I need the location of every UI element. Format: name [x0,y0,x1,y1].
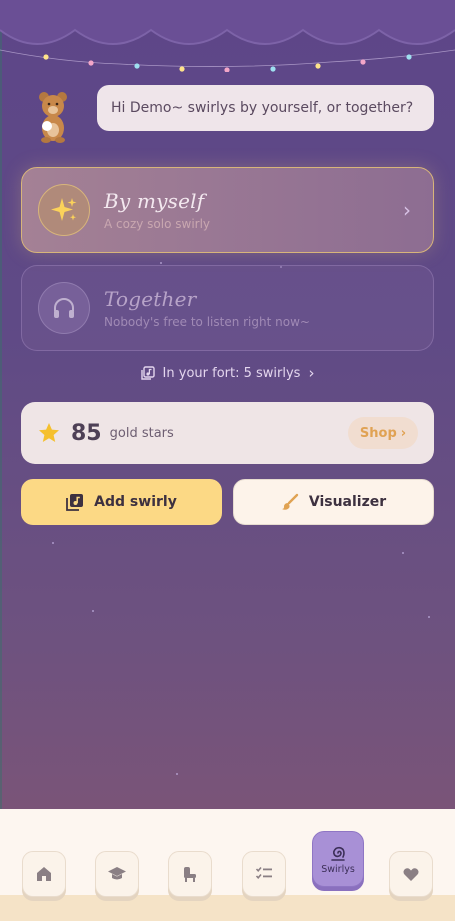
chair-icon [184,867,196,882]
nav-tasks[interactable] [242,851,286,897]
sparkle [428,616,430,618]
swirl-icon [331,846,345,861]
music-library-icon [140,366,155,380]
chevron-right-icon: › [403,198,411,222]
nav-shelf [0,895,455,921]
home-icon [37,867,51,881]
by-myself-subtitle: A cozy solo swirly [104,217,211,231]
add-music-icon [66,494,84,511]
fort-label: In your fort: 5 swirlys [162,365,301,381]
graduation-cap-icon [108,867,126,880]
sparkle [92,610,94,612]
shop-label: Shop [359,425,397,441]
headphones-icon [38,282,90,334]
add-swirly-label: Add swirly [94,494,177,510]
sparkle [402,552,404,554]
visualizer-button[interactable]: Visualizer [233,479,434,525]
chevron-right-icon: › [400,425,407,441]
shop-button[interactable]: Shop › [348,417,418,449]
sparkles-icon [38,184,90,236]
add-swirly-button[interactable]: Add swirly [21,479,222,525]
sparkle [160,262,162,264]
chevron-right-icon: › [308,364,315,382]
together-subtitle: Nobody's free to listen right now~ [104,315,310,329]
heart-icon [403,868,419,881]
curtain-lights [0,0,455,72]
frame-edge [0,0,2,921]
nav-favorites[interactable] [389,851,433,897]
together-option[interactable]: Together Nobody's free to listen right n… [21,265,434,351]
greeting-text: Hi Demo~ swirlys by yourself, or togethe… [111,100,414,116]
visualizer-label: Visualizer [308,494,387,510]
star-icon [39,423,59,442]
sparkle [176,773,178,775]
bottom-nav: Swirlys [0,809,455,921]
nav-home[interactable] [22,851,66,897]
greeting-bubble: Hi Demo~ swirlys by yourself, or togethe… [97,85,434,131]
by-myself-option[interactable]: By myself A cozy solo swirly › [21,167,434,253]
teddy-bear-icon [39,92,67,143]
paintbrush-icon [281,493,299,510]
nav-swirlys[interactable]: Swirlys [312,831,364,887]
stars-count: 85 [71,420,102,446]
together-title: Together [104,287,197,311]
checklist-icon [255,866,272,879]
sparkle [52,542,54,544]
nav-swirlys-label: Swirlys [321,863,355,875]
nav-learn[interactable] [95,851,139,897]
gold-stars-card: 85 gold stars Shop › [21,402,434,464]
by-myself-title: By myself [104,189,205,213]
fort-link[interactable]: In your fort: 5 swirlys › [0,364,455,382]
stars-label: gold stars [109,425,174,441]
nav-room[interactable] [168,851,212,897]
